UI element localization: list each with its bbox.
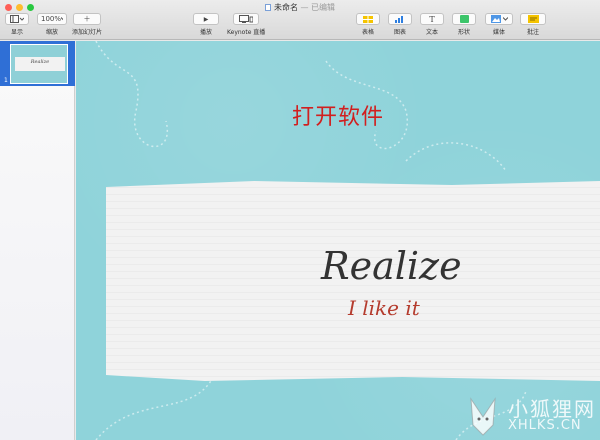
- watermark-url: XHLKS.CN: [508, 418, 582, 433]
- comment-control[interactable]: 批注: [520, 13, 546, 36]
- text-control[interactable]: T 文本: [420, 13, 444, 36]
- comment-button[interactable]: [520, 13, 546, 25]
- document-name: 未命名: [273, 3, 298, 12]
- play-icon: ▶: [203, 15, 209, 23]
- media-button[interactable]: [485, 13, 513, 25]
- play-control[interactable]: ▶ 播放: [193, 13, 219, 36]
- media-label: 媒体: [492, 29, 505, 36]
- add-slide-label: 添加幻灯片: [72, 29, 103, 36]
- keynote-live-icon: [239, 15, 254, 23]
- view-label: 显示: [10, 29, 23, 36]
- text-label: 文本: [425, 29, 438, 36]
- shape-icon: [459, 15, 469, 23]
- media-icon: [490, 15, 501, 23]
- sidebar-view-icon: [10, 15, 24, 23]
- add-slide-button[interactable]: ＋: [73, 13, 101, 25]
- slide-heading[interactable]: 打开软件: [76, 99, 600, 131]
- plus-icon: ＋: [83, 15, 91, 23]
- keynote-live-button[interactable]: [233, 13, 260, 25]
- shape-label: 形状: [457, 29, 470, 36]
- slide-subtitle[interactable]: I like it: [348, 296, 420, 320]
- table-icon: [363, 15, 373, 23]
- window-title: 未命名 — 已编辑: [0, 2, 600, 13]
- slide-canvas[interactable]: 打开软件 Realize I like it: [76, 41, 600, 440]
- zoom-value: 100%: [41, 15, 62, 23]
- slide-title[interactable]: Realize: [321, 244, 462, 288]
- chart-icon: [395, 16, 403, 23]
- chart-control[interactable]: 图表: [388, 13, 412, 36]
- comment-icon: [527, 15, 539, 23]
- view-button[interactable]: [5, 13, 29, 25]
- slide-navigator: 1 Realize: [0, 41, 75, 440]
- comment-label: 批注: [526, 29, 539, 36]
- text-icon: T: [429, 14, 435, 24]
- zoom-control[interactable]: 100% 缩放: [37, 13, 67, 36]
- view-control[interactable]: 显示: [5, 13, 29, 36]
- shape-button[interactable]: [452, 13, 476, 25]
- table-button[interactable]: [356, 13, 380, 25]
- zoom-label: 缩放: [45, 29, 58, 36]
- keynote-live-label: Keynote 直播: [227, 29, 266, 36]
- play-button[interactable]: ▶: [193, 13, 219, 25]
- edit-status: — 已编辑: [300, 3, 336, 12]
- slide-thumbnail[interactable]: Realize: [10, 44, 68, 84]
- chart-button[interactable]: [388, 13, 412, 25]
- zoom-select[interactable]: 100%: [37, 13, 67, 25]
- chevron-down-icon: [502, 17, 508, 21]
- slide-number: 1: [4, 77, 8, 84]
- text-button[interactable]: T: [420, 13, 444, 25]
- toolbar: 未命名 — 已编辑 显示 100% 缩放 ＋ 添加幻灯片 ▶ 播放 Keynot…: [0, 0, 600, 40]
- table-control[interactable]: 表格: [356, 13, 380, 36]
- keynote-live-control[interactable]: Keynote 直播: [227, 13, 265, 36]
- slide-thumbnail-selected[interactable]: 1 Realize: [0, 41, 75, 86]
- document-icon: [264, 4, 271, 11]
- chart-label: 图表: [393, 29, 406, 36]
- thumbnail-title: Realize: [30, 59, 50, 65]
- play-label: 播放: [199, 29, 212, 36]
- media-control[interactable]: 媒体: [485, 13, 513, 36]
- add-slide-control[interactable]: ＋ 添加幻灯片: [72, 13, 102, 36]
- chevron-down-icon: [61, 17, 63, 21]
- shape-control[interactable]: 形状: [452, 13, 476, 36]
- table-label: 表格: [361, 29, 374, 36]
